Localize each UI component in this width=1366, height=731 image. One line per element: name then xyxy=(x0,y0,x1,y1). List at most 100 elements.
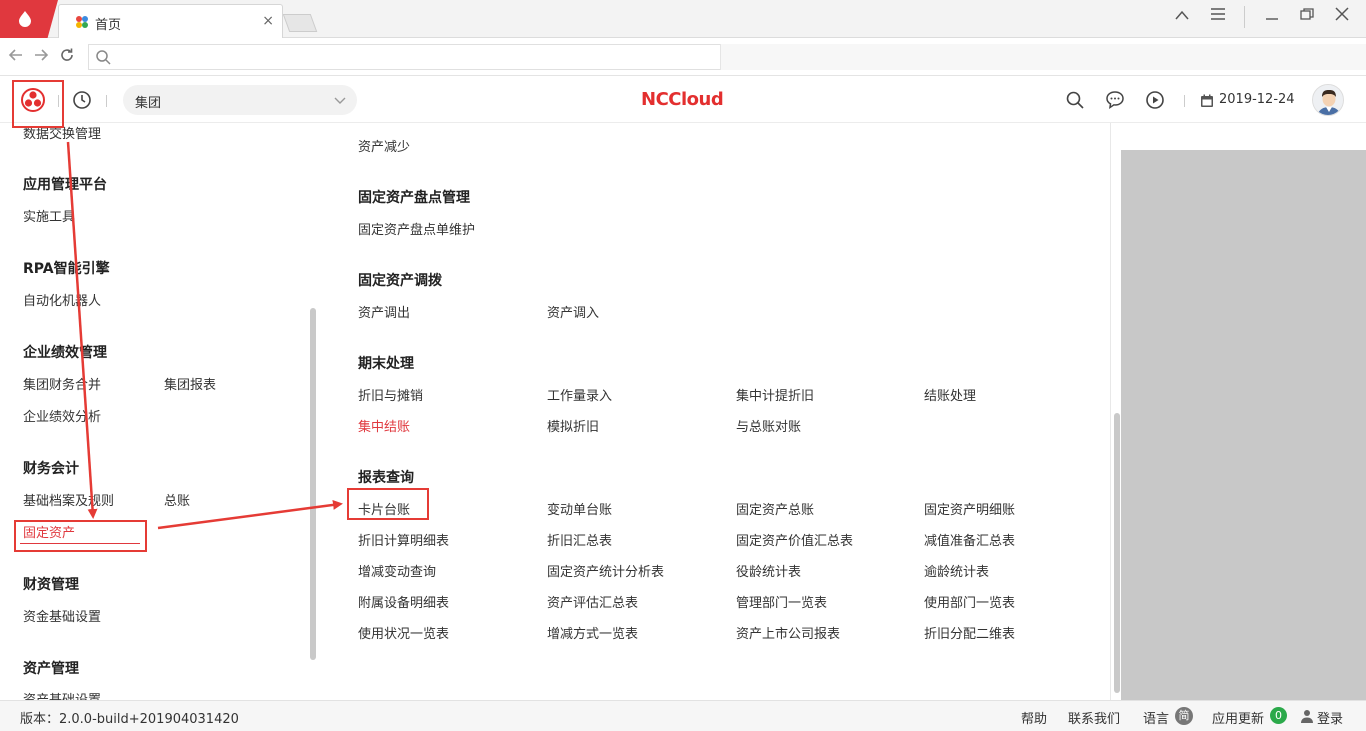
submenu-item-report[interactable]: 附属设备明细表 xyxy=(358,592,449,611)
app-favicon-icon xyxy=(76,16,88,28)
header-divider xyxy=(106,95,107,107)
submenu-item-centralized-closing[interactable]: 集中结账 xyxy=(358,416,410,435)
back-icon[interactable] xyxy=(8,47,24,63)
message-icon[interactable] xyxy=(1105,90,1125,110)
submenu-item-report[interactable]: 固定资产统计分析表 xyxy=(547,561,664,580)
refresh-icon[interactable] xyxy=(59,47,75,63)
submenu-scroll-track xyxy=(1110,123,1111,700)
menu-section-financial-accounting: 财务会计 xyxy=(23,461,79,477)
window-divider xyxy=(1244,6,1245,28)
brand-logo: NCCloud xyxy=(641,89,724,110)
submenu-item-transfer-out[interactable]: 资产调出 xyxy=(358,302,410,321)
workspace-header xyxy=(1121,123,1366,150)
version-text: 版本：2.0.0-build+201904031420 xyxy=(20,712,239,727)
status-footer: 版本：2.0.0-build+201904031420 帮助 联系我们 语言 简… xyxy=(0,700,1366,731)
menu-section-asset-management: 资产管理 xyxy=(23,661,79,677)
menu-section-rpa: RPA智能引擎 xyxy=(23,261,110,277)
submenu-item-report[interactable]: 管理部门一览表 xyxy=(736,592,827,611)
submenu-item-ledger-reconciliation[interactable]: 与总账对账 xyxy=(736,416,801,435)
skin-icon[interactable] xyxy=(1170,6,1194,25)
submenu-item-workload-entry[interactable]: 工作量录入 xyxy=(547,385,612,404)
menu-item-performance-analysis[interactable]: 企业绩效分析 xyxy=(23,406,101,425)
submenu-item-report[interactable]: 使用部门一览表 xyxy=(924,592,1015,611)
submenu-item-report[interactable]: 变动单台账 xyxy=(547,499,612,518)
submenu-item-report[interactable]: 逾龄统计表 xyxy=(924,561,989,580)
submenu-item-report[interactable]: 固定资产总账 xyxy=(736,499,814,518)
submenu-item-report[interactable]: 固定资产价值汇总表 xyxy=(736,530,853,549)
update-count-badge: 0 xyxy=(1270,707,1287,724)
submenu-item-report[interactable]: 折旧计算明细表 xyxy=(358,530,449,549)
submenu-item-report[interactable]: 资产评估汇总表 xyxy=(547,592,638,611)
menu-section-performance: 企业绩效管理 xyxy=(23,345,107,361)
menu-item-automation-robot[interactable]: 自动化机器人 xyxy=(23,290,101,309)
submenu-item-inventory-maintenance[interactable]: 固定资产盘点单维护 xyxy=(358,219,475,238)
browser-logo-icon xyxy=(19,11,31,27)
address-bar-extension-area xyxy=(720,44,1366,70)
submenu-group-period-end: 期末处理 xyxy=(358,356,414,372)
highlight-card-ledger xyxy=(347,488,429,520)
menu-item-general-ledger[interactable]: 总账 xyxy=(164,490,190,509)
submenu-item-report[interactable]: 固定资产明细账 xyxy=(924,499,1015,518)
submenu-item-transfer-in[interactable]: 资产调入 xyxy=(547,302,599,321)
tab-close-icon[interactable]: × xyxy=(262,13,274,29)
calendar-icon xyxy=(1201,94,1213,107)
login-link[interactable]: 登录 xyxy=(1317,708,1343,727)
menu-item-asset-settings[interactable]: 资产基础设置 xyxy=(23,689,101,700)
submenu-scrollbar[interactable] xyxy=(1114,413,1120,693)
menu-item-group-consolidation[interactable]: 集团财务合并 xyxy=(23,374,101,393)
submenu-item-report[interactable]: 折旧分配二维表 xyxy=(924,623,1015,642)
help-link[interactable]: 帮助 xyxy=(1021,708,1047,727)
submenu-item-report[interactable]: 折旧汇总表 xyxy=(547,530,612,549)
play-icon[interactable] xyxy=(1145,90,1165,110)
user-icon xyxy=(1301,710,1313,723)
browser-logo[interactable] xyxy=(0,0,58,38)
avatar[interactable] xyxy=(1312,84,1344,116)
workspace-overlay xyxy=(1121,150,1366,700)
highlight-fixed-assets xyxy=(14,520,147,552)
submenu-item-report[interactable]: 减值准备汇总表 xyxy=(924,530,1015,549)
app-header: 集团 NCCloud 2019-12-24 xyxy=(0,77,1366,123)
submenu-item-depreciation[interactable]: 折旧与摊销 xyxy=(358,385,423,404)
menu-item-implementation-tools[interactable]: 实施工具 xyxy=(23,206,75,225)
chevron-down-icon xyxy=(334,97,346,104)
update-link[interactable]: 应用更新 xyxy=(1212,708,1264,727)
left-menu: 数据交换管理 应用管理平台 实施工具 RPA智能引擎 自动化机器人 企业绩效管理… xyxy=(0,123,318,700)
submenu-item-report[interactable]: 增减变动查询 xyxy=(358,561,436,580)
minimize-icon[interactable] xyxy=(1260,6,1284,25)
forward-icon[interactable] xyxy=(33,47,49,63)
submenu-item-report[interactable]: 资产上市公司报表 xyxy=(736,623,840,642)
group-select[interactable]: 集团 xyxy=(123,85,357,115)
language-link[interactable]: 语言 xyxy=(1143,708,1169,727)
search-icon[interactable] xyxy=(1065,90,1085,110)
left-menu-scrollbar[interactable] xyxy=(310,308,316,660)
submenu-group-reports: 报表查询 xyxy=(358,470,414,486)
highlight-app-menu xyxy=(12,80,64,128)
submenu-panel: 资产减少 固定资产盘点管理 固定资产盘点单维护 固定资产调拨 资产调出 资产调入… xyxy=(318,123,1121,700)
submenu-item-closing[interactable]: 结账处理 xyxy=(924,385,976,404)
contact-link[interactable]: 联系我们 xyxy=(1068,708,1120,727)
menu-item-fund-settings[interactable]: 资金基础设置 xyxy=(23,606,101,625)
menu-section-treasury: 财资管理 xyxy=(23,577,79,593)
browser-tab-home[interactable]: 首页 × xyxy=(58,4,283,38)
submenu-item-simulated-depreciation[interactable]: 模拟折旧 xyxy=(547,416,599,435)
submenu-item-centralized-depreciation[interactable]: 集中计提折旧 xyxy=(736,385,814,404)
submenu-group-transfer: 固定资产调拨 xyxy=(358,273,442,289)
language-badge[interactable]: 简 xyxy=(1175,707,1193,725)
close-window-icon[interactable] xyxy=(1330,6,1354,25)
new-tab-button[interactable] xyxy=(282,14,318,32)
business-date-value: 2019-12-24 xyxy=(1219,92,1295,107)
submenu-item-report[interactable]: 使用状况一览表 xyxy=(358,623,449,642)
submenu-item-report[interactable]: 役龄统计表 xyxy=(736,561,801,580)
menu-icon[interactable] xyxy=(1206,6,1230,25)
submenu-item-report[interactable]: 增减方式一览表 xyxy=(547,623,638,642)
submenu-group-inventory: 固定资产盘点管理 xyxy=(358,190,470,206)
restore-icon[interactable] xyxy=(1295,6,1319,25)
menu-item-group-report[interactable]: 集团报表 xyxy=(164,374,216,393)
url-search-icon xyxy=(96,50,111,65)
header-divider xyxy=(1184,95,1185,107)
submenu-item-asset-reduction[interactable]: 资产减少 xyxy=(358,136,410,155)
menu-item-basic-archives[interactable]: 基础档案及规则 xyxy=(23,490,114,509)
business-date[interactable]: 2019-12-24 xyxy=(1200,92,1295,107)
address-bar xyxy=(0,38,1366,76)
history-icon[interactable] xyxy=(72,90,92,110)
